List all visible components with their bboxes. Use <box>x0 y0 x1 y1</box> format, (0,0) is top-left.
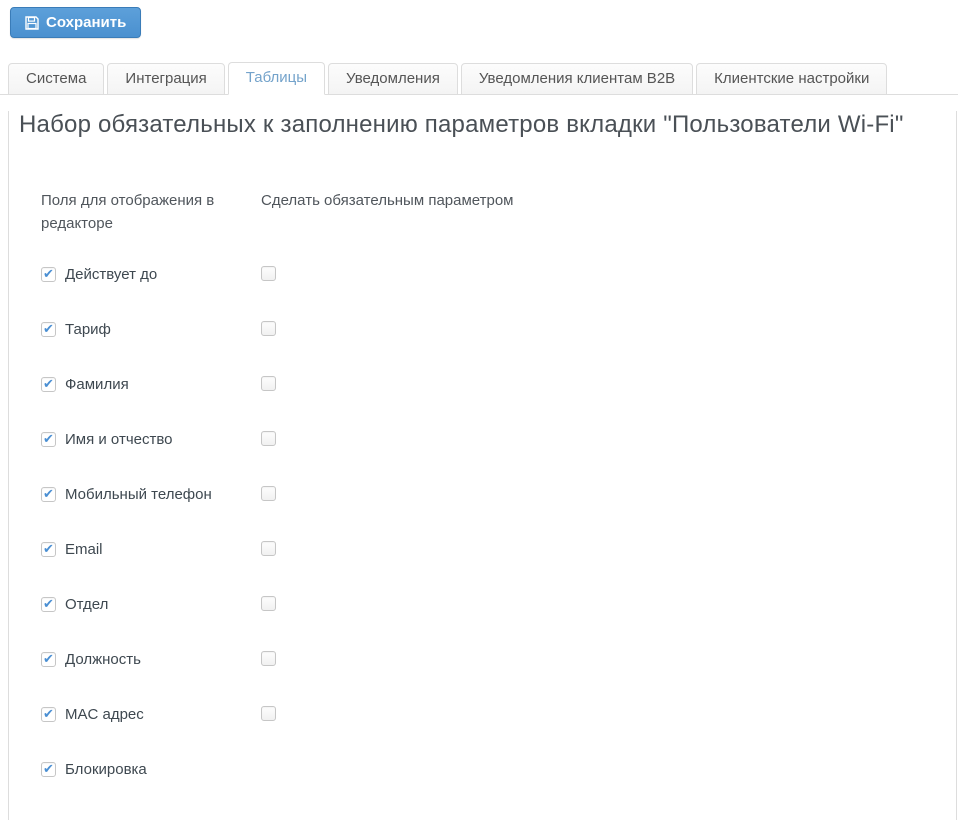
check-icon: ✔ <box>43 595 54 611</box>
required-checkbox-last-name[interactable] <box>261 375 276 391</box>
check-icon: ✔ <box>43 540 54 556</box>
check-icon: ✔ <box>43 760 54 776</box>
required-cell <box>261 650 956 666</box>
save-button[interactable]: Сохранить <box>10 7 142 38</box>
table-row: ✔ Действует до <box>41 265 956 321</box>
display-field-checkbox-department[interactable]: ✔ <box>41 595 56 612</box>
table-row: ✔ MAC адрес <box>41 705 956 761</box>
display-field-cell: ✔ Фамилия <box>41 376 261 393</box>
display-field-checkbox-last-name[interactable]: ✔ <box>41 375 56 392</box>
check-icon: ✔ <box>43 320 54 336</box>
table-row: ✔ Отдел <box>41 595 956 651</box>
table-row: ✔ Фамилия <box>41 375 956 431</box>
field-label: Действует до <box>65 265 158 283</box>
required-fields-table: Поля для отображения в редакторе Сделать… <box>41 189 956 816</box>
display-field-cell: ✔ Тариф <box>41 321 261 338</box>
field-label: Отдел <box>65 595 109 613</box>
required-checkbox-department[interactable] <box>261 595 276 611</box>
tab-b2b-notifications[interactable]: Уведомления клиентам B2B <box>460 63 694 95</box>
check-icon: ✔ <box>43 650 54 666</box>
field-label: Email <box>65 540 103 558</box>
save-button-label: Сохранить <box>46 14 127 31</box>
required-cell <box>261 485 956 501</box>
field-label: Блокировка <box>65 760 147 778</box>
display-field-checkbox-mac-address[interactable]: ✔ <box>41 705 56 722</box>
required-checkbox-email[interactable] <box>261 540 276 556</box>
required-checkbox-first-middle-name[interactable] <box>261 430 276 446</box>
column-header-display-fields: Поля для отображения в редакторе <box>41 192 215 233</box>
check-icon: ✔ <box>43 265 54 281</box>
required-checkbox-position[interactable] <box>261 650 276 666</box>
required-cell <box>261 540 956 556</box>
required-cell <box>261 595 956 611</box>
table-row: ✔ Email <box>41 540 956 596</box>
tab-client-settings[interactable]: Клиентские настройки <box>696 63 888 95</box>
check-icon: ✔ <box>43 375 54 391</box>
required-checkbox-mobile-phone[interactable] <box>261 485 276 501</box>
table-row: ✔ Имя и отчество <box>41 430 956 486</box>
display-field-cell: ✔ Блокировка <box>41 761 261 778</box>
display-field-cell: ✔ MAC адрес <box>41 706 261 723</box>
tab-notifications[interactable]: Уведомления <box>328 63 458 95</box>
display-field-checkbox-email[interactable]: ✔ <box>41 540 56 557</box>
display-field-cell: ✔ Должность <box>41 651 261 668</box>
display-field-cell: ✔ Имя и отчество <box>41 431 261 448</box>
tab-system[interactable]: Система <box>8 63 105 95</box>
required-cell <box>261 320 956 336</box>
page-title: Набор обязательных к заполнению параметр… <box>19 111 904 138</box>
field-label: Тариф <box>65 320 111 338</box>
tab-integration[interactable]: Интеграция <box>107 63 225 95</box>
field-label: MAC адрес <box>65 705 144 723</box>
toolbar: Сохранить <box>0 0 958 38</box>
display-field-checkbox-blocking[interactable]: ✔ <box>41 760 56 777</box>
required-checkbox-valid-until[interactable] <box>261 265 276 281</box>
table-row: ✔ Блокировка <box>41 761 956 816</box>
display-field-checkbox-valid-until[interactable]: ✔ <box>41 265 56 282</box>
table-row: ✔ Тариф <box>41 320 956 376</box>
display-field-checkbox-mobile-phone[interactable]: ✔ <box>41 485 56 502</box>
table-row: ✔ Должность <box>41 650 956 706</box>
required-cell <box>261 705 956 721</box>
required-cell <box>261 375 956 391</box>
display-field-cell: ✔ Отдел <box>41 596 261 613</box>
display-field-cell: ✔ Email <box>41 541 261 558</box>
required-cell <box>261 430 956 446</box>
settings-panel: Набор обязательных к заполнению параметр… <box>8 111 957 820</box>
table-row: ✔ Мобильный телефон <box>41 485 956 541</box>
tab-tables[interactable]: Таблицы <box>227 62 326 95</box>
field-rows: ✔ Действует до ✔ Тариф ✔ Фамилия ✔ Имя и отчест… <box>41 265 956 816</box>
tab-bar: Система Интеграция Таблицы Уведомления Уведо… <box>0 62 958 95</box>
field-label: Имя и отчество <box>65 430 173 448</box>
column-header-make-required: Сделать обязательным параметром <box>261 192 514 209</box>
required-checkbox-mac-address[interactable] <box>261 705 276 721</box>
column-headers: Поля для отображения в редакторе Сделать… <box>41 189 956 236</box>
check-icon: ✔ <box>43 430 54 446</box>
display-field-checkbox-first-middle-name[interactable]: ✔ <box>41 430 56 447</box>
display-field-checkbox-tariff[interactable]: ✔ <box>41 320 56 337</box>
save-icon <box>25 15 39 30</box>
required-cell <box>261 265 956 281</box>
field-label: Фамилия <box>65 375 129 393</box>
field-label: Мобильный телефон <box>65 485 212 503</box>
check-icon: ✔ <box>43 485 54 501</box>
required-checkbox-tariff[interactable] <box>261 320 276 336</box>
display-field-cell: ✔ Действует до <box>41 266 261 283</box>
check-icon: ✔ <box>43 705 54 721</box>
field-label: Должность <box>65 650 141 668</box>
display-field-cell: ✔ Мобильный телефон <box>41 486 261 503</box>
display-field-checkbox-position[interactable]: ✔ <box>41 650 56 667</box>
